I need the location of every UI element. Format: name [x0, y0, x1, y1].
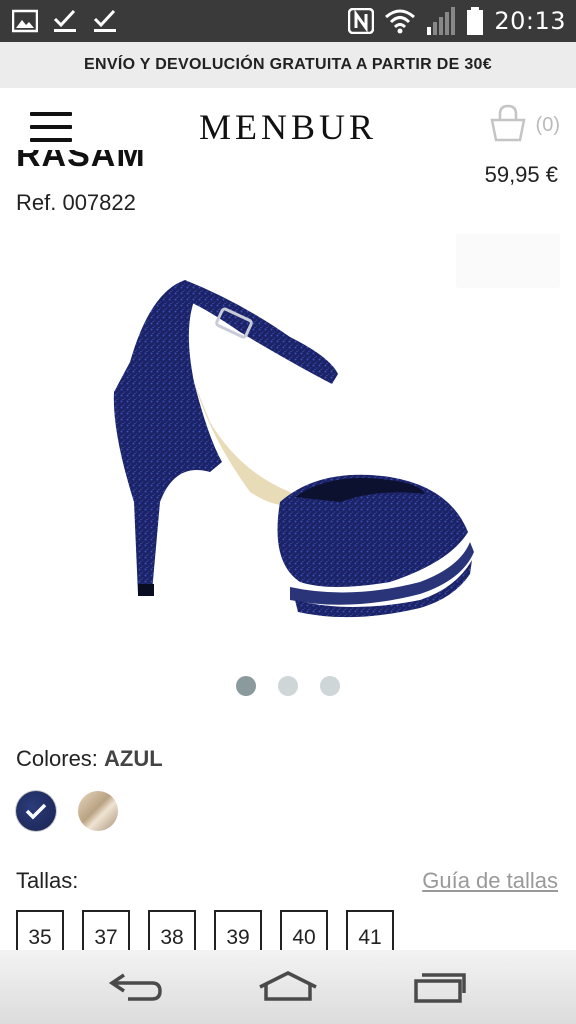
product-title-text: RASAM [16, 150, 146, 174]
product-title: RASAM [16, 150, 216, 174]
wifi-icon [384, 8, 416, 34]
colors-label-text: Colores: [16, 746, 98, 771]
recent-apps-button[interactable] [395, 957, 485, 1017]
image-icon [12, 9, 38, 33]
check-icon [25, 803, 47, 820]
status-time: 20:13 [494, 7, 566, 35]
sizes-label: Tallas: [16, 868, 79, 893]
product-image[interactable] [90, 262, 490, 622]
product-ref: Ref. 007822 [16, 190, 136, 215]
product-page: 20:13 ENVÍO Y DEVOLUCIÓN GRATUITA A PART… [0, 0, 576, 1024]
carousel-dot[interactable] [236, 676, 256, 696]
recent-apps-icon [414, 973, 466, 1003]
status-notifications [0, 9, 118, 33]
color-swatch-beige[interactable] [78, 791, 118, 831]
home-icon [259, 971, 317, 1001]
cart-button[interactable]: (0) [490, 104, 560, 147]
back-button[interactable] [91, 957, 181, 1017]
check-icon [92, 9, 118, 33]
size-guide-link[interactable]: Guía de tallas [422, 868, 558, 894]
status-system: 20:13 [348, 7, 576, 35]
shoe-illustration [113, 280, 474, 618]
image-carousel-dots [0, 676, 576, 696]
system-nav-bar [0, 950, 576, 1024]
color-swatch-azul[interactable] [16, 791, 56, 831]
nfc-icon [348, 8, 375, 34]
promo-banner: ENVÍO Y DEVOLUCIÓN GRATUITA A PARTIR DE … [0, 42, 576, 88]
product-price: 59,95 € [484, 162, 558, 187]
shopping-bag-icon [490, 104, 526, 147]
status-bar: 20:13 [0, 0, 576, 42]
signal-icon [426, 7, 456, 35]
carousel-dot[interactable] [320, 676, 340, 696]
selected-color-name: AZUL [104, 746, 163, 771]
colors-label: Colores: AZUL [16, 746, 163, 772]
check-icon [52, 9, 78, 33]
carousel-dot[interactable] [278, 676, 298, 696]
home-button[interactable] [243, 957, 333, 1017]
cart-count: (0) [535, 114, 560, 136]
battery-icon [466, 7, 484, 35]
back-arrow-icon [108, 973, 162, 1001]
